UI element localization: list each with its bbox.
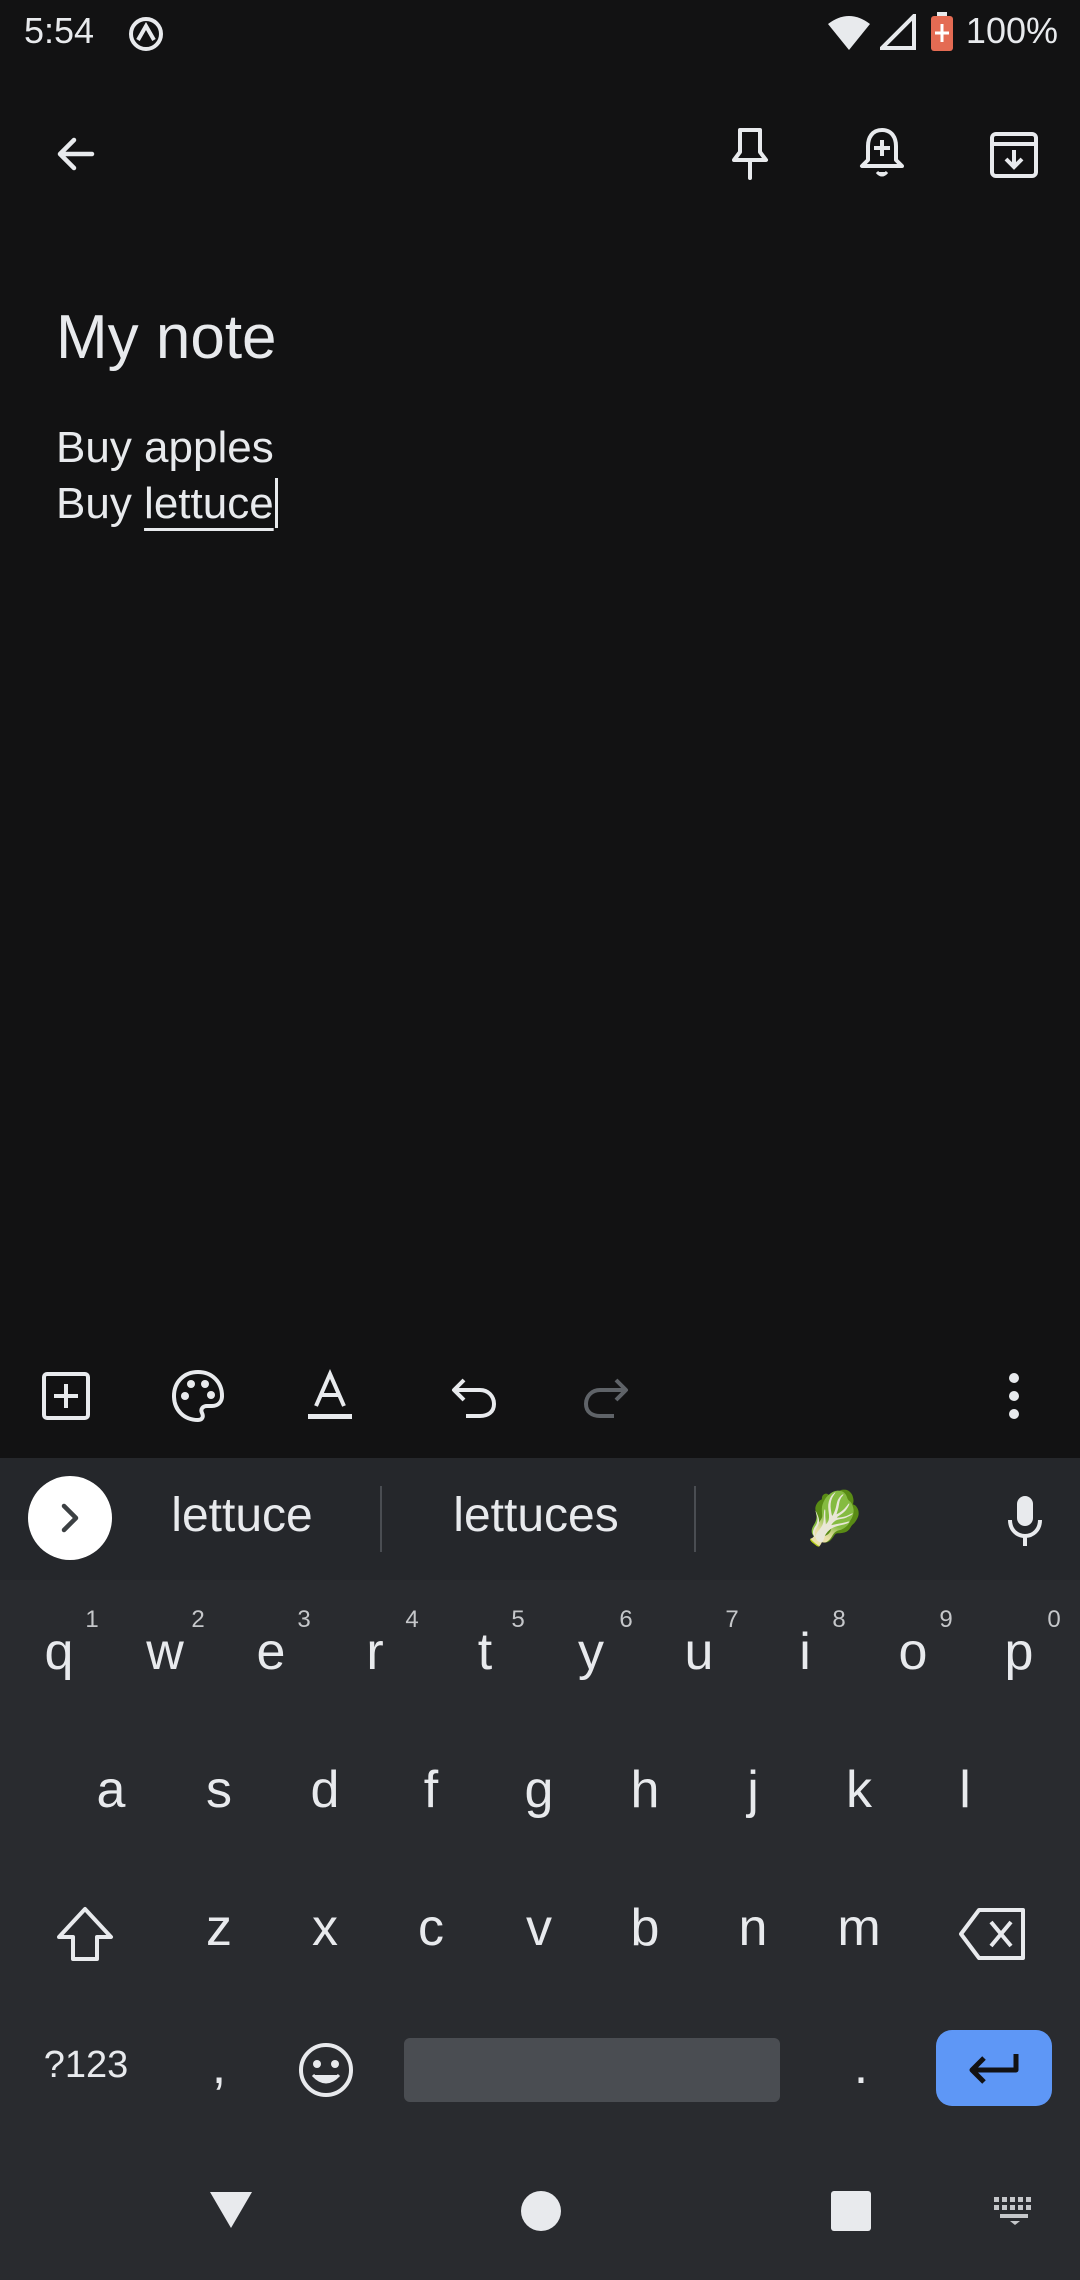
back-arrow-icon[interactable] (40, 118, 112, 190)
emoji-icon[interactable] (286, 2030, 366, 2110)
enter-key[interactable] (936, 2030, 1052, 2106)
add-box-icon[interactable] (30, 1360, 102, 1432)
undo-icon[interactable] (438, 1360, 510, 1432)
nav-recents-icon[interactable] (816, 2176, 886, 2246)
key-s[interactable]: s (174, 1760, 264, 1820)
key-b[interactable]: b (600, 1898, 690, 1958)
assistant-icon (126, 14, 166, 59)
backspace-icon[interactable] (948, 1896, 1038, 1972)
enter-icon (969, 2054, 1019, 2084)
status-time: 5:54 (24, 10, 95, 51)
key-hint: 9 (939, 1606, 953, 1633)
reminder-bell-icon[interactable] (846, 118, 918, 190)
suggestion-divider (694, 1486, 696, 1552)
key-k[interactable]: k (814, 1760, 904, 1820)
key-x[interactable]: x (280, 1898, 370, 1958)
key-m[interactable]: m (814, 1898, 904, 1958)
shift-icon[interactable] (40, 1894, 130, 1974)
suggestion-divider (380, 1486, 382, 1552)
key-hint: 4 (405, 1606, 419, 1633)
suggestion-1[interactable]: lettuce (142, 1488, 342, 1543)
keyboard-switch-icon[interactable] (982, 2180, 1048, 2240)
key-hint: 8 (832, 1606, 846, 1633)
key-j[interactable]: j (708, 1760, 798, 1820)
battery-percent: 100% (965, 10, 1058, 51)
battery-icon (930, 12, 954, 57)
symbols-key[interactable]: ?123 (36, 2044, 136, 2087)
key-h[interactable]: h (600, 1760, 690, 1820)
more-vert-icon[interactable] (978, 1360, 1050, 1432)
text-format-icon[interactable] (294, 1360, 366, 1432)
signal-icon (877, 11, 916, 55)
note-line-prefix: Buy (56, 479, 145, 528)
wifi-icon (826, 14, 872, 57)
key-n[interactable]: n (708, 1898, 798, 1958)
note-line: Buy apples (56, 423, 274, 472)
key-hint: 7 (725, 1606, 739, 1633)
key-f[interactable]: f (386, 1760, 476, 1820)
key-d[interactable]: d (280, 1760, 370, 1820)
key-v[interactable]: v (494, 1898, 584, 1958)
pin-icon[interactable] (714, 118, 786, 190)
period-key[interactable]: . (816, 2036, 906, 2096)
palette-icon[interactable] (162, 1360, 234, 1432)
key-hint: 3 (297, 1606, 311, 1633)
key-hint: 6 (619, 1606, 633, 1633)
key-c[interactable]: c (386, 1898, 476, 1958)
editor-toolbar (0, 1340, 1080, 1460)
key-l[interactable]: l (920, 1760, 1010, 1820)
expand-toolbar-button[interactable] (28, 1476, 112, 1560)
suggestion-2[interactable]: lettuces (416, 1488, 656, 1543)
note-title[interactable]: My note (56, 302, 277, 373)
redo-icon[interactable] (570, 1360, 642, 1432)
key-z[interactable]: z (174, 1898, 264, 1958)
key-hint: 5 (511, 1606, 525, 1633)
key-hint: 1 (85, 1606, 99, 1633)
space-bar[interactable] (404, 2038, 780, 2102)
text-cursor (274, 478, 278, 528)
composing-word: lettuce (144, 479, 274, 528)
nav-home-icon[interactable] (506, 2176, 576, 2246)
nav-back-icon[interactable] (196, 2180, 266, 2240)
archive-icon[interactable] (978, 118, 1050, 190)
note-line: Buy lettuce (56, 476, 278, 532)
navigation-bar (0, 2130, 1080, 2280)
key-hint: 0 (1047, 1606, 1061, 1633)
comma-key[interactable]: , (174, 2036, 264, 2096)
emoji-suggestion[interactable]: 🥬 (784, 1488, 884, 1549)
status-bar: 5:54 100% (0, 0, 1080, 66)
note-body[interactable]: Buy apples Buy lettuce (56, 420, 278, 532)
microphone-icon[interactable] (990, 1482, 1060, 1562)
key-g[interactable]: g (494, 1760, 584, 1820)
key-a[interactable]: a (66, 1760, 156, 1820)
key-hint: 2 (191, 1606, 205, 1633)
